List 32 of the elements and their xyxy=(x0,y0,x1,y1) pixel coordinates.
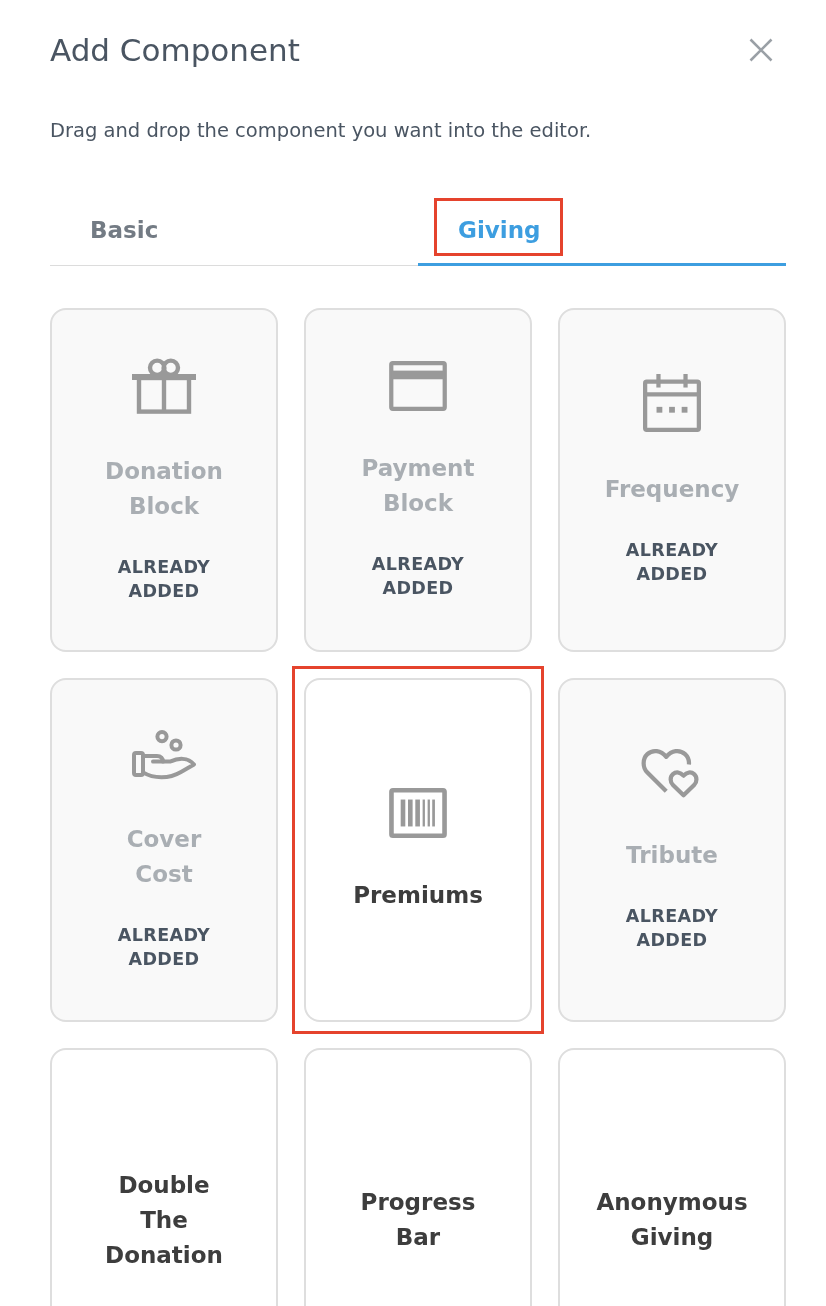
dialog-title: Add Component xyxy=(50,31,300,70)
calendar-icon xyxy=(643,374,701,432)
status-label: ALREADY ADDED xyxy=(625,539,719,586)
component-card[interactable]: Cover Cost ALREADY ADDED xyxy=(50,678,278,1022)
status-label: ALREADY ADDED xyxy=(371,552,465,600)
close-icon[interactable] xyxy=(749,38,773,62)
dialog-description: Drag and drop the component you want into the editor. xyxy=(50,118,593,144)
tab[interactable]: Basic xyxy=(50,194,418,266)
component-card[interactable]: Premiums xyxy=(304,678,532,1022)
component-title: Progress Bar xyxy=(360,1188,476,1252)
component-title: Anonymous Giving xyxy=(596,1188,748,1252)
component-title: Frequency xyxy=(604,475,740,504)
gift-icon xyxy=(132,357,196,414)
component-title: Double The Donation xyxy=(105,1170,223,1270)
component-card[interactable]: Payment Block ALREADY ADDED xyxy=(304,308,532,652)
component-card[interactable]: Donation Block ALREADY ADDED xyxy=(50,308,278,652)
status-label: ALREADY ADDED xyxy=(117,923,211,971)
hand-coins-icon xyxy=(132,729,196,782)
component-card[interactable]: Progress Bar xyxy=(304,1048,532,1306)
component-title: Cover Cost xyxy=(126,824,202,889)
component-card[interactable]: Tribute ALREADY ADDED xyxy=(558,678,786,1022)
component-card[interactable]: Frequency ALREADY ADDED xyxy=(558,308,786,652)
component-card[interactable]: Anonymous Giving xyxy=(558,1048,786,1306)
component-title: Donation Block xyxy=(105,456,223,521)
card-icon xyxy=(389,360,447,411)
component-title: Payment Block xyxy=(361,453,475,518)
component-title: Premiums xyxy=(353,880,483,910)
component-title: Tribute xyxy=(626,841,718,870)
status-label: ALREADY ADDED xyxy=(625,905,719,952)
component-card[interactable]: Double The Donation xyxy=(50,1048,278,1306)
status-label: ALREADY ADDED xyxy=(117,555,211,603)
barcode-icon xyxy=(389,787,447,838)
